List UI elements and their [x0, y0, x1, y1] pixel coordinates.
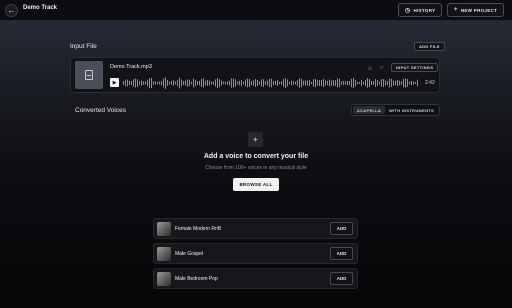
- waveform-scrubber[interactable]: [123, 76, 419, 90]
- voice-name: Male Gospel: [175, 251, 204, 257]
- output-mode-toggle: ACAPELLA WITH INSTRUMENTS: [351, 104, 440, 116]
- trash-icon[interactable]: □: [380, 65, 383, 71]
- add-voice-row-button[interactable]: ADD: [330, 272, 353, 285]
- plus-icon: +: [454, 7, 458, 13]
- input-settings-button[interactable]: INPUT SETTINGS: [391, 63, 439, 72]
- voice-row: Male Gospel ADD: [153, 243, 358, 264]
- add-voice-button[interactable]: +: [248, 132, 263, 147]
- voice-avatar: [157, 272, 171, 286]
- new-project-label: NEW PROJECT: [460, 7, 498, 13]
- warning-icon[interactable]: △: [368, 65, 372, 71]
- play-button[interactable]: ▶: [110, 78, 119, 87]
- clock-icon: ◷: [405, 7, 411, 14]
- history-label: HISTORY: [413, 7, 436, 13]
- empty-state-subtitle: Choose from 100+ voices in any musical s…: [205, 165, 307, 171]
- voice-avatar: [157, 222, 171, 236]
- arrow-left-icon: ←: [7, 6, 16, 15]
- converted-voices-heading: Converted Voices: [75, 107, 126, 114]
- plus-icon: +: [253, 135, 258, 144]
- voice-name: Male Bedroom Pop: [175, 276, 218, 282]
- tab-with-instruments[interactable]: WITH INSTRUMENTS: [385, 106, 438, 114]
- file-thumbnail: [75, 61, 103, 89]
- project-title: Demo Track: [23, 5, 58, 11]
- duration-label: 2:42: [425, 80, 435, 86]
- add-voice-row-button[interactable]: ADD: [330, 247, 353, 260]
- voice-row: Male Bedroom Pop ADD: [153, 268, 358, 289]
- back-button[interactable]: ←: [5, 4, 18, 17]
- audio-file-icon: [85, 70, 93, 80]
- input-file-heading: Input File: [70, 43, 97, 50]
- play-icon: ▶: [112, 79, 117, 86]
- add-voice-row-button[interactable]: ADD: [330, 222, 353, 235]
- new-project-button[interactable]: + NEW PROJECT: [447, 3, 505, 17]
- browse-all-button[interactable]: BROWSE ALL: [233, 178, 279, 191]
- history-button[interactable]: ◷ HISTORY: [398, 3, 443, 17]
- file-name: Demo Track.mp3: [110, 64, 152, 70]
- empty-state-title: Add a voice to convert your file: [203, 153, 309, 160]
- voice-avatar: [157, 247, 171, 261]
- tab-acapella[interactable]: ACAPELLA: [353, 106, 385, 114]
- add-file-button[interactable]: ADD FILE: [414, 42, 445, 51]
- voice-name: Female Modern RnB: [175, 226, 222, 232]
- top-bar: ← Demo Track ◷ HISTORY + NEW PROJECT: [0, 0, 512, 21]
- voice-row: Female Modern RnB ADD: [153, 218, 358, 239]
